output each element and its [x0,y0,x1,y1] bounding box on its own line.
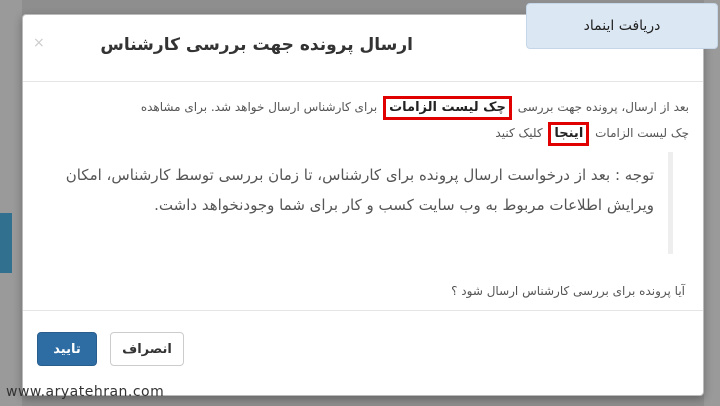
submit-dialog: ارسال پرونده جهت بررسی کارشناس × بعد از … [22,14,704,396]
intro-after: برای کارشناس ارسال خواهد شد. برای مشاهده [140,100,378,114]
inamad-tooltip: دریافت اینماد [526,3,718,49]
dialog-title: ارسال پرونده جهت بررسی کارشناس [100,35,413,55]
background-left [0,0,22,406]
checklist-link[interactable]: چک لیست الزامات [383,96,512,120]
watermark: www.aryatehran.com [6,384,165,400]
confirm-question: آیا پرونده برای بررسی کارشناس ارسال شود … [451,284,685,298]
intro-line2-before: چک لیست الزامات [595,126,689,140]
dialog-footer: انصراف تایید [23,310,703,395]
here-link[interactable]: اینجا [548,122,590,146]
intro-before: بعد از ارسال، پرونده جهت بررسی [517,100,689,114]
close-icon[interactable]: × [33,35,45,51]
note-blockquote: توجه : بعد از درخواست ارسال پرونده برای … [51,152,673,254]
background-accent [0,213,12,273]
intro-text: بعد از ارسال، پرونده جهت بررسی چک لیست ا… [37,94,689,146]
confirm-button[interactable]: تایید [37,332,97,366]
cancel-button[interactable]: انصراف [110,332,184,366]
background-right [704,0,720,406]
intro-line2-after: کلیک کنید [495,126,543,140]
dialog-body: بعد از ارسال، پرونده جهت بررسی چک لیست ا… [23,82,703,298]
